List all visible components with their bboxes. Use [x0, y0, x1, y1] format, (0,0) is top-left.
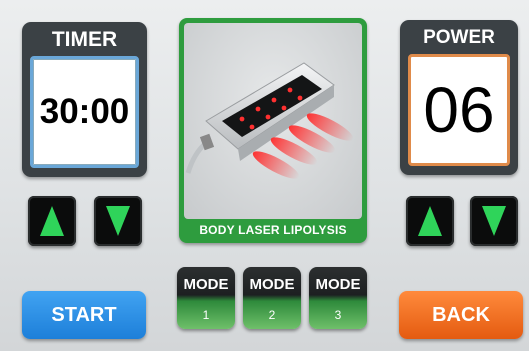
mode-3-title: MODE: [315, 276, 361, 293]
timer-value: 30:00: [39, 92, 130, 131]
mode-2-number: 2: [268, 308, 276, 322]
timer-down-button[interactable]: [94, 196, 142, 246]
laser-device-image: [184, 23, 362, 219]
start-button[interactable]: START: [22, 291, 146, 339]
timer-up-button[interactable]: [28, 196, 76, 246]
arrow-down-icon: [482, 206, 506, 236]
power-label: POWER: [423, 27, 495, 48]
power-display: 06: [408, 54, 510, 166]
power-panel: POWER 06: [400, 20, 518, 175]
mode-3-number: 3: [334, 308, 342, 322]
power-down-button[interactable]: [470, 196, 518, 246]
arrow-up-icon: [40, 206, 64, 236]
mode-3-button[interactable]: MODE 3: [309, 267, 367, 329]
arrow-up-icon: [418, 206, 442, 236]
mode-2-title: MODE: [249, 276, 295, 293]
mode-1-number: 1: [202, 308, 210, 322]
back-button[interactable]: BACK: [399, 291, 523, 339]
power-value: 06: [423, 74, 495, 146]
treatment-caption: BODY LASER LIPOLYSIS: [199, 223, 347, 237]
timer-panel: TIMER 30:00: [22, 22, 147, 177]
timer-label: TIMER: [51, 28, 118, 51]
arrow-down-icon: [106, 206, 130, 236]
timer-display: 30:00: [30, 56, 139, 168]
treatment-panel[interactable]: BODY LASER LIPOLYSIS: [179, 18, 367, 243]
mode-1-button[interactable]: MODE 1: [177, 267, 235, 329]
laser-paddle-icon: [185, 62, 354, 179]
mode-1-title: MODE: [183, 276, 229, 293]
power-up-button[interactable]: [406, 196, 454, 246]
mode-2-button[interactable]: MODE 2: [243, 267, 301, 329]
